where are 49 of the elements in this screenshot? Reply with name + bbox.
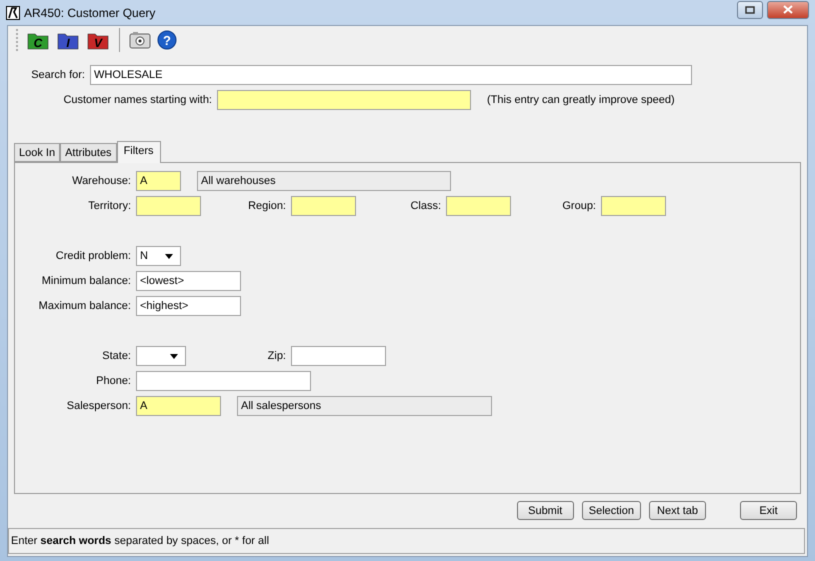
input-field[interactable]: <lowest> bbox=[136, 271, 241, 291]
close-button[interactable] bbox=[767, 0, 809, 18]
input-field[interactable]: A bbox=[136, 171, 181, 191]
field-label: Zip: bbox=[266, 350, 287, 362]
push-button[interactable]: Next tab bbox=[649, 501, 706, 520]
status-text: Enter search words separated by spaces, or * for all bbox=[11, 535, 270, 547]
input-field[interactable] bbox=[136, 196, 201, 216]
search-field[interactable]: WHOLESALE bbox=[90, 65, 692, 85]
field-label: Credit problem: bbox=[54, 250, 132, 262]
field-label: Territory: bbox=[87, 200, 132, 212]
field-label: Phone: bbox=[95, 375, 132, 387]
hint-text: (This entry can greatly improve speed) bbox=[487, 94, 675, 106]
field-label: Customer names starting with: bbox=[62, 94, 213, 106]
caret-icon bbox=[170, 354, 178, 358]
close-icon bbox=[783, 5, 793, 14]
field-label: Group: bbox=[561, 200, 597, 212]
camera-icon[interactable] bbox=[129, 30, 151, 50]
caret-icon bbox=[165, 254, 173, 258]
description-field: All warehouses bbox=[197, 171, 451, 191]
input-field[interactable] bbox=[217, 90, 471, 110]
input-field[interactable] bbox=[136, 371, 311, 391]
tab[interactable]: Look In bbox=[14, 143, 60, 162]
restore-icon bbox=[745, 6, 755, 14]
field-label: Class: bbox=[409, 200, 442, 212]
window-title: AR450: Customer Query bbox=[24, 6, 156, 20]
input-field[interactable]: <highest> bbox=[136, 296, 241, 316]
input-field[interactable]: A bbox=[136, 396, 221, 416]
push-button[interactable]: Exit bbox=[740, 501, 797, 520]
field-label: State: bbox=[101, 350, 132, 362]
field-label: Minimum balance: bbox=[40, 275, 132, 287]
dropdown[interactable]: N bbox=[136, 246, 181, 266]
field-label: Maximum balance: bbox=[38, 300, 132, 312]
input-field[interactable] bbox=[601, 196, 666, 216]
push-button[interactable]: Submit bbox=[516, 501, 574, 520]
restore-button[interactable] bbox=[737, 0, 763, 18]
field-label: Region: bbox=[247, 200, 287, 212]
field-label: Warehouse: bbox=[71, 175, 132, 187]
tab[interactable]: Filters bbox=[116, 141, 161, 163]
input-field[interactable] bbox=[291, 196, 356, 216]
description-field: All salespersons bbox=[237, 396, 492, 416]
tab[interactable]: Attributes bbox=[60, 143, 117, 162]
field-label: Search for: bbox=[30, 69, 86, 81]
push-button[interactable]: Selection bbox=[582, 501, 641, 520]
app-logo-icon bbox=[6, 6, 20, 20]
dropdown[interactable] bbox=[136, 346, 186, 366]
field-label: Salesperson: bbox=[66, 400, 132, 412]
input-field[interactable] bbox=[291, 346, 386, 366]
input-field[interactable] bbox=[446, 196, 511, 216]
help-icon[interactable]: ? bbox=[157, 30, 177, 50]
